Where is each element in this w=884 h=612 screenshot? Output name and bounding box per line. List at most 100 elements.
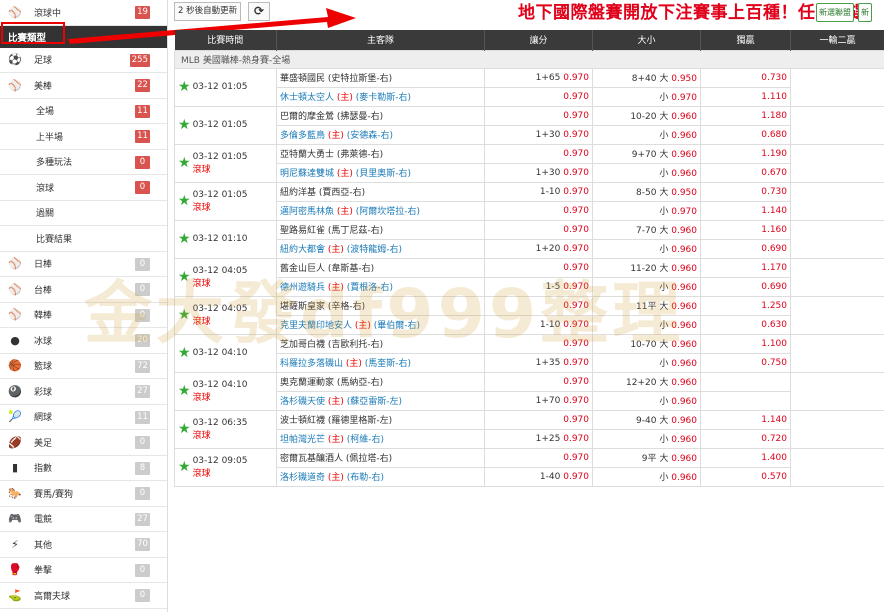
sidebar-item[interactable]: ⚽ 足球 255: [0, 48, 167, 73]
handicap-cell[interactable]: 1-5 0.970: [484, 276, 593, 297]
moneyline-cell[interactable]: 0.730: [700, 181, 791, 202]
handicap-cell[interactable]: 1+70 0.970: [484, 390, 593, 411]
1x2-cell[interactable]: [790, 333, 884, 373]
overunder-cell[interactable]: 9平 大 0.960: [592, 447, 701, 468]
league-group-row[interactable]: MLB 美國職棒-熱身賽-全場: [174, 49, 884, 69]
overunder-cell[interactable]: 10-70 大 0.960: [592, 333, 701, 354]
moneyline-cell[interactable]: 1.250: [700, 295, 791, 316]
overunder-cell[interactable]: 小 0.970: [592, 200, 701, 221]
overunder-cell[interactable]: 小 0.960: [592, 466, 701, 487]
favorite-star-icon[interactable]: ★: [178, 308, 191, 322]
overunder-cell[interactable]: 小 0.960: [592, 276, 701, 297]
sidebar-item[interactable]: 過關: [0, 201, 167, 226]
sidebar-item[interactable]: 🏈 美足 0: [0, 430, 167, 456]
1x2-cell[interactable]: [790, 181, 884, 221]
favorite-star-icon[interactable]: ★: [178, 232, 191, 246]
sidebar-item[interactable]: 全場 11: [0, 99, 167, 124]
sidebar-item[interactable]: 上半場 11: [0, 124, 167, 150]
moneyline-cell[interactable]: 1.140: [700, 200, 791, 221]
moneyline-cell[interactable]: 1.140: [700, 409, 791, 430]
overunder-cell[interactable]: 10-20 大 0.960: [592, 105, 701, 126]
moneyline-cell[interactable]: 0.570: [700, 466, 791, 487]
favorite-star-icon[interactable]: ★: [178, 156, 191, 170]
sidebar-item[interactable]: ⛳ 高爾夫球 0: [0, 583, 167, 609]
overunder-cell[interactable]: 7-70 大 0.960: [592, 219, 701, 240]
sidebar-item[interactable]: ⚾ 台棒 0: [0, 277, 167, 303]
1x2-cell[interactable]: [790, 409, 884, 449]
1x2-cell[interactable]: [790, 219, 884, 259]
handicap-cell[interactable]: 1-10 0.970: [484, 181, 593, 202]
favorite-star-icon[interactable]: ★: [178, 194, 191, 208]
handicap-cell[interactable]: 1+25 0.970: [484, 428, 593, 449]
sidebar-item[interactable]: 🎮 電競 27: [0, 507, 167, 532]
moneyline-cell[interactable]: 1.190: [700, 143, 791, 164]
sidebar-item[interactable]: 🎱 彩球 27: [0, 379, 167, 405]
favorite-star-icon[interactable]: ★: [178, 346, 191, 360]
favorite-star-icon[interactable]: ★: [178, 384, 191, 398]
sidebar-item[interactable]: 🏀 籃球 72: [0, 354, 167, 379]
handicap-cell[interactable]: 0.970: [484, 371, 593, 392]
overunder-cell[interactable]: 小 0.960: [592, 390, 701, 411]
favorite-star-icon[interactable]: ★: [178, 80, 191, 94]
moneyline-cell[interactable]: 0.680: [700, 124, 791, 145]
handicap-cell[interactable]: 1+30 0.970: [484, 162, 593, 183]
sidebar-item[interactable]: 🐎 賽馬/賽狗 0: [0, 481, 167, 507]
overunder-cell[interactable]: 小 0.960: [592, 428, 701, 449]
overunder-cell[interactable]: 小 0.960: [592, 352, 701, 373]
overunder-cell[interactable]: 9-40 大 0.960: [592, 409, 701, 430]
overunder-cell[interactable]: 8+40 大 0.950: [592, 67, 701, 88]
1x2-cell[interactable]: [790, 257, 884, 297]
overunder-cell[interactable]: 11平 大 0.960: [592, 295, 701, 316]
handicap-cell[interactable]: 1-40 0.970: [484, 466, 593, 487]
1x2-cell[interactable]: [790, 67, 884, 107]
new-league-button[interactable]: 新選聯盟: [816, 3, 854, 22]
favorite-star-icon[interactable]: ★: [178, 422, 191, 436]
1x2-cell[interactable]: [790, 295, 884, 335]
handicap-cell[interactable]: 1+35 0.970: [484, 352, 593, 373]
handicap-cell[interactable]: 0.970: [484, 333, 593, 354]
moneyline-cell[interactable]: 1.400: [700, 447, 791, 468]
handicap-cell[interactable]: 1+20 0.970: [484, 238, 593, 259]
overunder-cell[interactable]: 8-50 大 0.950: [592, 181, 701, 202]
overunder-cell[interactable]: 11-20 大 0.960: [592, 257, 701, 278]
1x2-cell[interactable]: [790, 143, 884, 183]
moneyline-cell[interactable]: 0.690: [700, 238, 791, 259]
moneyline-cell[interactable]: [700, 390, 791, 411]
handicap-cell[interactable]: 0.970: [484, 409, 593, 430]
favorite-star-icon[interactable]: ★: [178, 270, 191, 284]
overunder-cell[interactable]: 小 0.970: [592, 86, 701, 107]
overunder-cell[interactable]: 12+20 大 0.960: [592, 371, 701, 392]
sidebar-item[interactable]: ⚾ 美棒 22: [0, 73, 167, 99]
moneyline-cell[interactable]: 0.690: [700, 276, 791, 297]
moneyline-cell[interactable]: [700, 371, 791, 392]
favorite-star-icon[interactable]: ★: [178, 118, 191, 132]
moneyline-cell[interactable]: 0.730: [700, 67, 791, 88]
1x2-cell[interactable]: [790, 447, 884, 487]
handicap-cell[interactable]: 0.970: [484, 257, 593, 278]
sidebar-item[interactable]: 🎾 網球 11: [0, 405, 167, 430]
moneyline-cell[interactable]: 1.180: [700, 105, 791, 126]
handicap-cell[interactable]: 0.970: [484, 86, 593, 107]
overunder-cell[interactable]: 小 0.960: [592, 238, 701, 259]
sidebar-item[interactable]: 🏎賽車0: [0, 609, 167, 612]
handicap-cell[interactable]: 0.970: [484, 143, 593, 164]
moneyline-cell[interactable]: 0.670: [700, 162, 791, 183]
sidebar-item[interactable]: 比賽結果: [0, 226, 167, 252]
sidebar-item[interactable]: ▮ 指數 8: [0, 456, 167, 481]
handicap-cell[interactable]: 1+65 0.970: [484, 67, 593, 88]
handicap-cell[interactable]: 1+30 0.970: [484, 124, 593, 145]
sidebar-item[interactable]: ⚾ 日棒 0: [0, 252, 167, 277]
sidebar-item[interactable]: 🥊 拳擊 0: [0, 558, 167, 583]
overunder-cell[interactable]: 小 0.960: [592, 124, 701, 145]
handicap-cell[interactable]: 1-10 0.970: [484, 314, 593, 335]
moneyline-cell[interactable]: 1.100: [700, 333, 791, 354]
moneyline-cell[interactable]: 0.720: [700, 428, 791, 449]
handicap-cell[interactable]: 0.970: [484, 295, 593, 316]
sidebar-item[interactable]: ● 冰球 20: [0, 328, 167, 354]
sidebar-item[interactable]: 滾球 0: [0, 175, 167, 201]
moneyline-cell[interactable]: 0.750: [700, 352, 791, 373]
handicap-cell[interactable]: 0.970: [484, 219, 593, 240]
overunder-cell[interactable]: 小 0.960: [592, 314, 701, 335]
moneyline-cell[interactable]: 0.630: [700, 314, 791, 335]
1x2-cell[interactable]: [790, 371, 884, 411]
